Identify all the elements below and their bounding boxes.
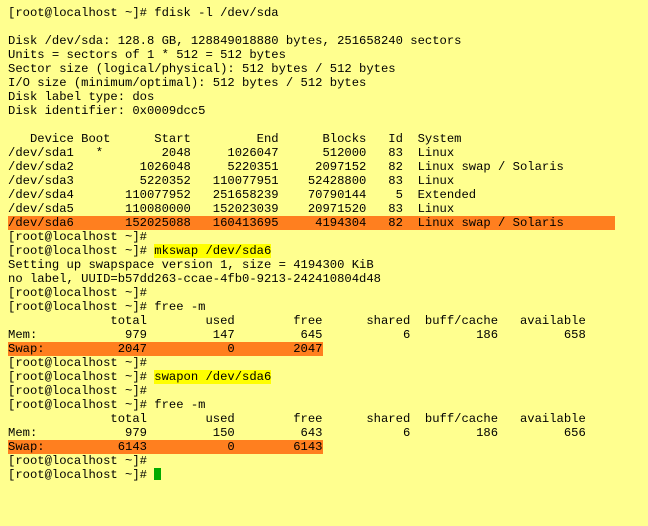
prompt-line: [root@localhost ~]#: [8, 230, 640, 244]
highlight-yellow: swapon /dev/sda6: [154, 370, 271, 384]
cmd-line-fdisk: [root@localhost ~]# fdisk -l /dev/sda: [8, 6, 640, 20]
mkswap-output: Setting up swapspace version 1, size = 4…: [8, 258, 640, 272]
highlight-orange: Swap: 6143 0 6143: [8, 440, 323, 454]
prompt-line: [root@localhost ~]#: [8, 356, 640, 370]
disk-info: Disk /dev/sda: 128.8 GB, 128849018880 by…: [8, 34, 640, 48]
highlight-yellow: mkswap /dev/sda6: [154, 244, 271, 258]
shell-prompt: [root@localhost ~]#: [8, 398, 154, 412]
partition-row: /dev/sda5 110080000 152023039 20971520 8…: [8, 202, 640, 216]
disk-info: Disk identifier: 0x0009dcc5: [8, 104, 640, 118]
blank-line: [8, 20, 640, 34]
free-mem-row: Mem: 979 147 645 6 186 658: [8, 328, 640, 342]
partition-header: Device Boot Start End Blocks Id System: [8, 132, 640, 146]
partition-row: /dev/sda4 110077952 251658239 70790144 5…: [8, 188, 640, 202]
cmd-line-free: [root@localhost ~]# free -m: [8, 300, 640, 314]
shell-prompt: [root@localhost ~]#: [8, 6, 154, 20]
partition-row-highlighted: /dev/sda6 152025088 160413695 4194304 82…: [8, 216, 640, 230]
prompt-with-cursor[interactable]: [root@localhost ~]#: [8, 468, 640, 482]
disk-info: Disk label type: dos: [8, 90, 640, 104]
partition-row: /dev/sda1 * 2048 1026047 512000 83 Linux: [8, 146, 640, 160]
cmd-line-mkswap: [root@localhost ~]# mkswap /dev/sda6: [8, 244, 640, 258]
prompt-line: [root@localhost ~]#: [8, 384, 640, 398]
disk-info: I/O size (minimum/optimal): 512 bytes / …: [8, 76, 640, 90]
cmd-text: free -m: [154, 300, 205, 314]
free-swap-row: Swap: 2047 0 2047: [8, 342, 640, 356]
free-mem-row: Mem: 979 150 643 6 186 656: [8, 426, 640, 440]
cursor-icon: [154, 468, 161, 480]
disk-info: Units = sectors of 1 * 512 = 512 bytes: [8, 48, 640, 62]
free-header: total used free shared buff/cache availa…: [8, 314, 640, 328]
cmd-line-swapon: [root@localhost ~]# swapon /dev/sda6: [8, 370, 640, 384]
shell-prompt: [root@localhost ~]#: [8, 244, 154, 258]
cmd-line-free: [root@localhost ~]# free -m: [8, 398, 640, 412]
highlight-orange: Swap: 2047 0 2047: [8, 342, 323, 356]
partition-row: /dev/sda2 1026048 5220351 2097152 82 Lin…: [8, 160, 640, 174]
partition-row: /dev/sda3 5220352 110077951 52428800 83 …: [8, 174, 640, 188]
mkswap-output: no label, UUID=b57dd263-ccae-4fb0-9213-2…: [8, 272, 640, 286]
disk-info: Sector size (logical/physical): 512 byte…: [8, 62, 640, 76]
shell-prompt: [root@localhost ~]#: [8, 468, 154, 482]
shell-prompt: [root@localhost ~]#: [8, 370, 154, 384]
free-header: total used free shared buff/cache availa…: [8, 412, 640, 426]
blank-line: [8, 118, 640, 132]
shell-prompt: [root@localhost ~]#: [8, 300, 154, 314]
prompt-line: [root@localhost ~]#: [8, 454, 640, 468]
cmd-text: free -m: [154, 398, 205, 412]
prompt-line: [root@localhost ~]#: [8, 286, 640, 300]
highlight-orange: /dev/sda6 152025088 160413695 4194304 82…: [8, 216, 615, 230]
free-swap-row: Swap: 6143 0 6143: [8, 440, 640, 454]
cmd-text: fdisk -l /dev/sda: [154, 6, 278, 20]
